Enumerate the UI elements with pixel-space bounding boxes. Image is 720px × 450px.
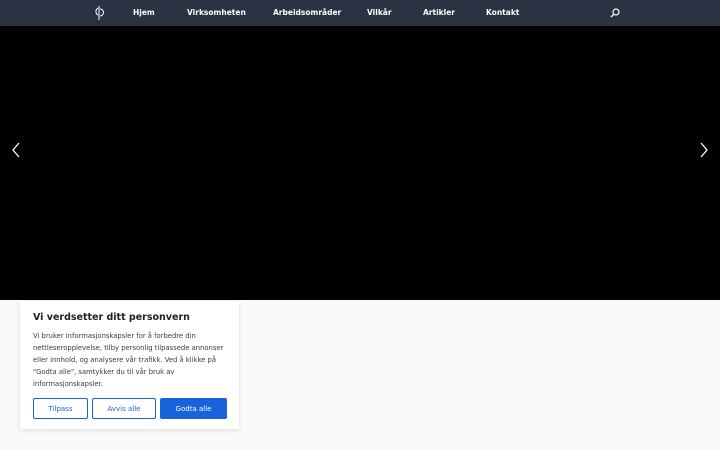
nav-item-arbeidsomrader[interactable]: Arbeidsområder: [273, 0, 341, 26]
logo-icon[interactable]: [91, 5, 107, 21]
cookie-title: Vi verdsetter ditt personvern: [33, 312, 190, 323]
cookie-consent-panel: Vi verdsetter ditt personvern Vi bruker …: [20, 301, 239, 429]
search-icon[interactable]: [610, 8, 620, 18]
accept-all-button[interactable]: Godta alle: [160, 398, 227, 419]
nav-item-hjem[interactable]: Hjem: [133, 0, 155, 26]
cookie-body: Vi bruker informasjonskapsler for å forb…: [33, 332, 224, 388]
chevron-left-icon[interactable]: [9, 141, 23, 159]
hero-slider: [0, 26, 720, 300]
chevron-right-icon[interactable]: [697, 141, 711, 159]
reject-all-button[interactable]: Avvis alle: [92, 398, 156, 419]
nav-item-vilkar[interactable]: Vilkår: [367, 0, 392, 26]
top-navbar: Hjem Virksomheten Arbeidsområder Vilkår …: [0, 0, 720, 26]
nav-item-kontakt[interactable]: Kontakt: [486, 0, 519, 26]
nav-item-artikler[interactable]: Artikler: [423, 0, 455, 26]
customize-button[interactable]: Tilpass: [33, 398, 88, 419]
nav-item-virksomheten[interactable]: Virksomheten: [187, 0, 246, 26]
